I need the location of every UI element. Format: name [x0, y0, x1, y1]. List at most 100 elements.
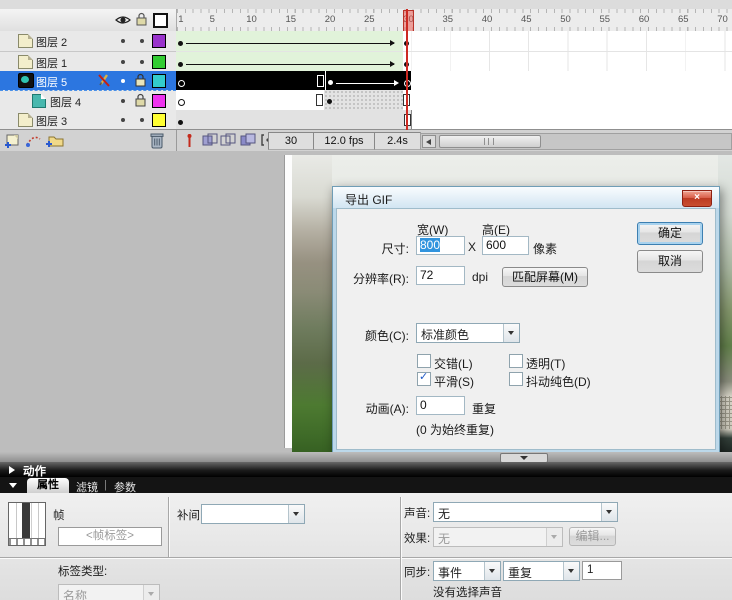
static-span[interactable] [176, 110, 412, 129]
layer-lock-dot[interactable] [140, 60, 144, 64]
add-motion-guide-icon[interactable] [25, 133, 42, 148]
static-span[interactable] [176, 90, 325, 110]
resolution-input[interactable]: 72 [416, 266, 465, 285]
chevron-down-icon [563, 562, 579, 580]
motion-tween-span[interactable] [176, 52, 404, 71]
ruler-number: 55 [599, 14, 611, 25]
sound-label: 声音: [404, 508, 431, 520]
layer-row-2[interactable]: 图层 2 [0, 31, 176, 52]
layer-visibility-dot[interactable] [121, 79, 125, 83]
frames-row-layer5-selected[interactable] [176, 71, 732, 91]
frames-row-layer1[interactable] [176, 52, 732, 72]
frames-row-layer4[interactable] [176, 90, 732, 111]
photo-building-windows [718, 396, 732, 430]
chevron-down-icon [503, 324, 519, 342]
colors-dropdown[interactable]: 标准颜色 [416, 323, 520, 343]
layer-row-5-selected[interactable]: 图层 5 [0, 71, 176, 91]
center-frame-icon[interactable] [182, 133, 197, 148]
layer-color-swatch[interactable] [152, 94, 166, 108]
layer-color-swatch[interactable] [152, 113, 166, 127]
delete-layer-trash-icon[interactable] [150, 132, 164, 149]
layer-row-3[interactable]: 图层 3 [0, 110, 176, 130]
ruler-number: 60 [638, 14, 650, 25]
layer-lock-dot[interactable] [140, 39, 144, 43]
tab-properties[interactable]: 属性 [27, 478, 69, 493]
label-type-dropdown[interactable]: 名称 [58, 584, 160, 600]
scroll-left-arrow[interactable] [422, 135, 436, 148]
height-input[interactable]: 600 [482, 236, 529, 255]
playhead-marker[interactable] [403, 10, 414, 32]
edit-sound-button[interactable]: 编辑... [569, 527, 616, 546]
sync-count-input[interactable]: 1 [582, 561, 622, 580]
layer-visibility-dot[interactable] [121, 99, 125, 103]
playhead-line[interactable] [406, 9, 408, 130]
chevron-down-icon [520, 456, 528, 460]
ruler-number: 45 [521, 14, 532, 25]
layer-row-4[interactable]: 图层 4 [0, 90, 176, 112]
sound-dropdown[interactable]: 无 [433, 502, 618, 522]
divider [400, 497, 401, 600]
lock-column-icon[interactable] [136, 12, 147, 26]
sync-event-dropdown[interactable]: 事件 [433, 561, 501, 581]
export-gif-dialog: 导出 GIF × 宽(W) 高(E) 尺寸: 800 X 600 像素 确定 取… [332, 186, 720, 454]
ruler-number: 70 [717, 14, 728, 25]
dialog-title: 导出 GIF [345, 193, 393, 207]
cancel-button[interactable]: 取消 [637, 250, 703, 273]
effect-dropdown[interactable]: 无 [433, 527, 563, 547]
layer-row-1[interactable]: 图层 1 [0, 52, 176, 72]
ok-button[interactable]: 确定 [637, 222, 703, 245]
frames-row-layer2[interactable] [176, 31, 732, 52]
actions-panel-header[interactable]: 动作 [0, 462, 732, 478]
timeline-ruler[interactable]: 1510152025303540455055606570 [176, 9, 732, 32]
smooth-checkbox[interactable]: ✓ [417, 371, 431, 386]
animation-input[interactable]: 0 [416, 396, 465, 415]
ruler-number: 25 [364, 14, 375, 25]
selected-frames-span[interactable] [176, 71, 411, 90]
width-input[interactable]: 800 [416, 236, 465, 255]
scrollbar-thumb[interactable] [439, 135, 541, 148]
ruler-number: 50 [560, 14, 571, 25]
insert-layer-icon[interactable] [4, 133, 21, 148]
masked-layer-icon [32, 94, 46, 108]
tween-dropdown[interactable] [201, 504, 305, 524]
layer-visibility-dot[interactable] [121, 39, 125, 43]
no-edit-pencil-icon [97, 73, 111, 88]
layer-lock-dot[interactable] [140, 118, 144, 122]
frame-label-input[interactable]: <帧标签> [58, 527, 162, 546]
interlace-checkbox[interactable] [417, 354, 431, 368]
layer-lock-icon[interactable] [135, 73, 146, 87]
match-screen-button[interactable]: 匹配屏幕(M) [502, 267, 588, 287]
sync-repeat-dropdown[interactable]: 重复 [503, 561, 580, 581]
layer-visibility-dot[interactable] [121, 118, 125, 122]
divider [168, 497, 169, 557]
motion-tween-span[interactable] [176, 31, 404, 51]
timeline-hscrollbar[interactable] [420, 133, 732, 150]
no-sound-hint: 没有选择声音 [433, 587, 502, 599]
label-type-label: 标签类型: [58, 566, 108, 578]
tab-divider: | [104, 479, 107, 491]
dither-solids-checkbox[interactable] [509, 372, 523, 386]
onion-skin-icon[interactable] [202, 133, 218, 147]
layer-color-swatch[interactable] [152, 74, 166, 88]
frames-row-layer3[interactable] [176, 110, 732, 130]
layer-lock-icon[interactable] [135, 93, 146, 107]
eye-column-icon[interactable] [115, 14, 131, 26]
layer-visibility-dot[interactable] [121, 60, 125, 64]
insert-folder-icon[interactable] [45, 133, 64, 148]
outline-column-icon[interactable] [153, 13, 168, 28]
check-icon: ✓ [419, 371, 429, 383]
collapse-arrow-icon[interactable] [9, 483, 17, 488]
onion-skin-outlines-icon[interactable] [220, 133, 236, 147]
edit-multiple-frames-icon[interactable] [240, 133, 256, 147]
frame-rate-indicator[interactable]: 12.0 fps [313, 132, 375, 150]
chevron-down-icon [288, 505, 304, 523]
effect-label: 效果: [404, 533, 431, 545]
layer-color-swatch[interactable] [152, 55, 166, 69]
layer-color-swatch[interactable] [152, 34, 166, 48]
flash-workspace: 1510152025303540455055606570 图层 2 图层 1 图… [0, 0, 732, 600]
dotted-span[interactable] [324, 90, 403, 110]
transparent-checkbox[interactable] [509, 354, 523, 368]
dialog-titlebar[interactable]: 导出 GIF × [333, 187, 719, 208]
close-icon[interactable]: × [682, 190, 712, 207]
ruler-number: 15 [285, 14, 297, 25]
